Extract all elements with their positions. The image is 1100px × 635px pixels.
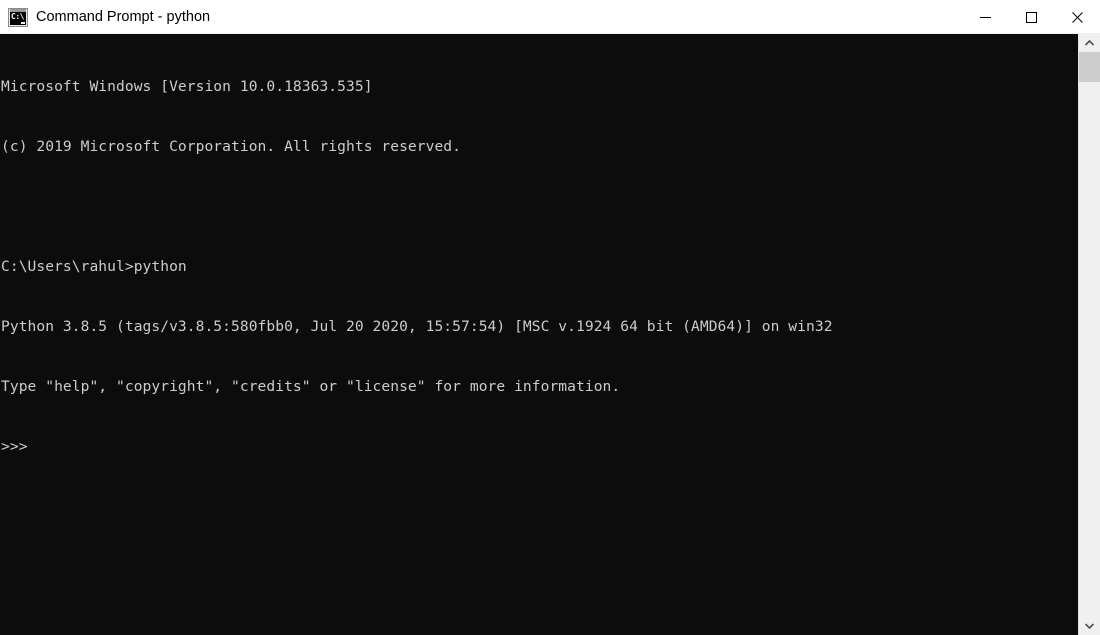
maximize-button[interactable] bbox=[1008, 0, 1054, 34]
window-title: Command Prompt - python bbox=[36, 9, 211, 25]
minimize-button[interactable] bbox=[962, 0, 1008, 34]
terminal-line-python-prompt: >>> bbox=[1, 438, 28, 455]
window-controls bbox=[962, 0, 1100, 34]
chevron-up-icon bbox=[1085, 40, 1094, 46]
terminal-text: Microsoft Windows [Version 10.0.18363.53… bbox=[0, 34, 1078, 497]
scroll-down-button[interactable] bbox=[1079, 617, 1100, 635]
terminal-line-python-version: Python 3.8.5 (tags/v3.8.5:580fbb0, Jul 2… bbox=[1, 318, 833, 335]
title-bar[interactable]: C:\ Command Prompt - python bbox=[0, 0, 1100, 34]
close-button[interactable] bbox=[1054, 0, 1100, 34]
command-prompt-window: C:\ Command Prompt - python Microsoft Wi… bbox=[0, 0, 1100, 635]
icon-cursor bbox=[21, 22, 25, 24]
scroll-up-button[interactable] bbox=[1079, 34, 1100, 52]
terminal-line: (c) 2019 Microsoft Corporation. All righ… bbox=[1, 138, 462, 155]
scrollbar-track[interactable] bbox=[1079, 52, 1100, 617]
terminal-line-python-help: Type "help", "copyright", "credits" or "… bbox=[1, 378, 621, 395]
chevron-down-icon bbox=[1085, 623, 1094, 629]
scrollbar-thumb[interactable] bbox=[1079, 52, 1100, 82]
vertical-scrollbar[interactable] bbox=[1078, 34, 1100, 635]
command-prompt-icon[interactable]: C:\ bbox=[8, 8, 28, 27]
terminal-output-area[interactable]: Microsoft Windows [Version 10.0.18363.53… bbox=[0, 34, 1078, 635]
terminal-line: Microsoft Windows [Version 10.0.18363.53… bbox=[1, 78, 373, 95]
terminal-line-command: C:\Users\rahul>python bbox=[1, 258, 187, 275]
